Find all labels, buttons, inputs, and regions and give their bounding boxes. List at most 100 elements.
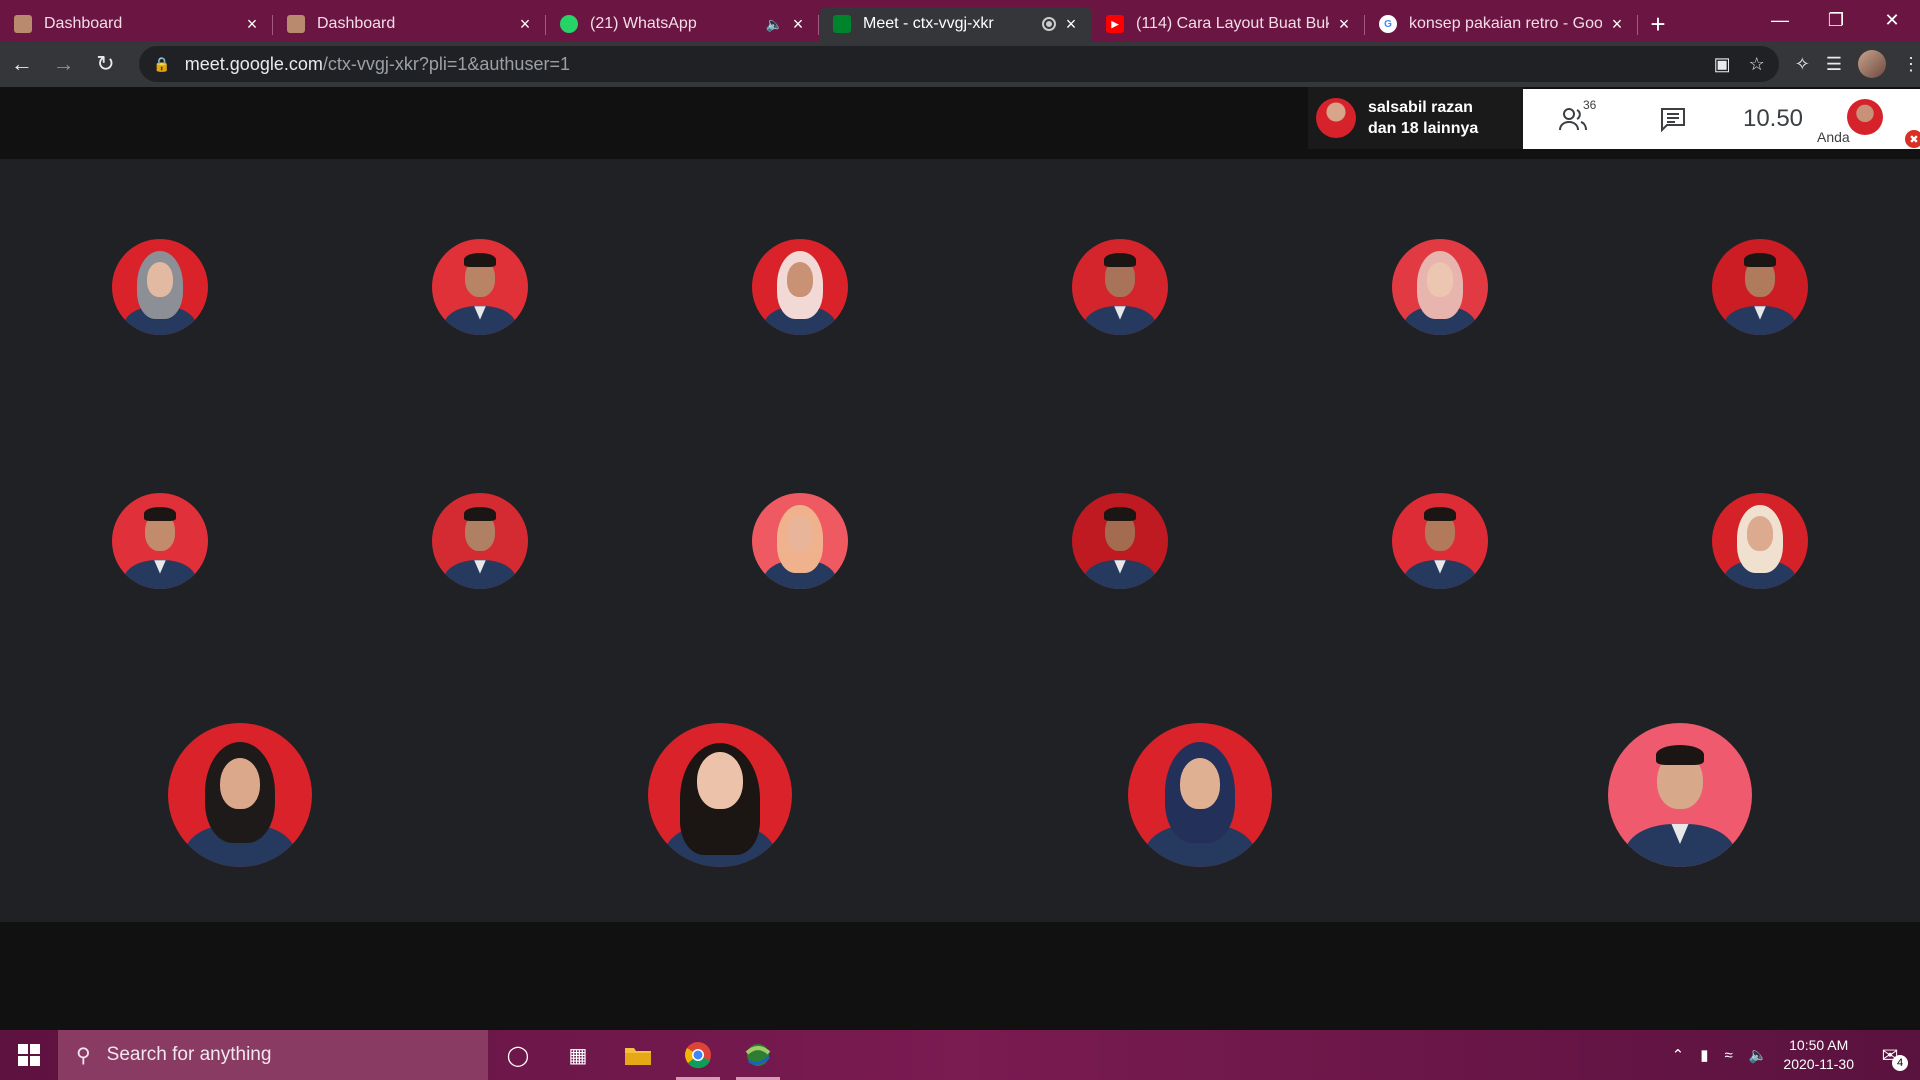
self-label: Anda xyxy=(1817,129,1850,145)
participant-avatar[interactable] xyxy=(752,239,848,335)
participant-avatar[interactable] xyxy=(432,239,528,335)
menu-kebab-icon[interactable]: ⋮ xyxy=(1902,54,1920,75)
browser-tab[interactable]: Meet - ctx-vvgj-xkr × xyxy=(819,7,1092,41)
chrome-icon[interactable] xyxy=(668,1030,728,1080)
url-path: /ctx-vvgj-xkr?pli=1&authuser=1 xyxy=(322,53,570,74)
speaker-avatar xyxy=(1316,98,1356,138)
google-icon: G xyxy=(1379,15,1397,33)
window-controls: — ❐ ✕ xyxy=(1752,0,1920,41)
google-meet-icon xyxy=(833,15,851,33)
reload-icon[interactable]: ↻ xyxy=(86,44,126,84)
participant-grid xyxy=(0,159,1920,922)
tab-divider xyxy=(1637,15,1638,35)
action-center-icon[interactable]: ✉ 4 xyxy=(1870,1035,1910,1075)
notification-badge: 4 xyxy=(1892,1055,1908,1071)
browser-tab[interactable]: Dashboard × xyxy=(0,7,273,41)
tab-title: konsep pakaian retro - Google xyxy=(1409,15,1602,32)
participant-avatar[interactable] xyxy=(1712,493,1808,589)
system-tray: ⌃ ▮ ≈ 🔈 10:50 AM 2020-11-30 ✉ 4 xyxy=(1672,1035,1920,1075)
speaker-name: salsabil razan xyxy=(1368,99,1473,116)
chevron-up-icon[interactable]: ⌃ xyxy=(1672,1046,1685,1064)
participant-avatar[interactable] xyxy=(752,493,848,589)
tab-close-icon[interactable]: × xyxy=(1608,14,1626,35)
meet-controls: 36 10.50 Anda ✖ xyxy=(1523,89,1920,149)
browser-tab[interactable]: Dashboard × xyxy=(273,7,546,41)
tab-title: Dashboard xyxy=(317,15,396,32)
windows-start-icon[interactable] xyxy=(0,1030,58,1080)
tab-audio-icon[interactable]: 🔈 xyxy=(766,16,783,33)
new-tab-plus-icon[interactable]: + xyxy=(1638,7,1678,41)
camera-permission-icon[interactable]: ▣ xyxy=(1714,54,1731,75)
back-icon[interactable]: ← xyxy=(2,44,42,84)
browser-tab[interactable]: ▶ (114) Cara Layout Buat Buku × xyxy=(1092,7,1365,41)
participant-avatar[interactable] xyxy=(1712,239,1808,335)
url-host: meet.google.com xyxy=(184,53,323,74)
media-control-icon[interactable]: ☰ xyxy=(1826,54,1842,75)
tab-title: (114) Cara Layout Buat Buku xyxy=(1136,15,1329,32)
cortana-icon[interactable]: ◯ xyxy=(488,1030,548,1080)
address-bar[interactable]: 🔒 meet.google.com/ctx-vvgj-xkr?pli=1&aut… xyxy=(139,46,1779,82)
forward-icon[interactable]: → xyxy=(44,44,84,84)
tab-title: Dashboard xyxy=(44,15,123,32)
tab-close-icon[interactable]: × xyxy=(789,14,807,35)
search-icon: ⚲ xyxy=(76,1044,91,1067)
participants-count: 36 xyxy=(1583,98,1597,112)
extensions-icon[interactable]: ✧ xyxy=(1795,54,1810,75)
taskbar-search[interactable]: ⚲ Search for anything xyxy=(58,1030,488,1080)
active-speaker-box[interactable]: salsabil razan dan 18 lainnya xyxy=(1308,87,1523,149)
whatsapp-icon xyxy=(560,15,578,33)
tab-recording-icon xyxy=(1042,17,1056,31)
system-clock[interactable]: 10:50 AM 2020-11-30 xyxy=(1783,1036,1854,1074)
speaker-others: dan 18 lainnya xyxy=(1368,120,1479,137)
bookmark-star-icon[interactable]: ☆ xyxy=(1749,54,1765,75)
download-manager-icon[interactable] xyxy=(728,1030,788,1080)
tab-close-icon[interactable]: × xyxy=(243,14,261,35)
windows-taskbar: ⚲ Search for anything ◯ ▦ ⌃ ▮ ≈ 🔈 10:50 … xyxy=(0,1030,1920,1080)
tab-close-icon[interactable]: × xyxy=(1062,14,1080,35)
participant-avatar[interactable] xyxy=(112,239,208,335)
chat-icon xyxy=(1661,108,1685,132)
chat-button[interactable] xyxy=(1623,106,1723,132)
browser-toolbar: ← → ↻ 🔒 meet.google.com/ctx-vvgj-xkr?pli… xyxy=(0,41,1920,87)
participant-avatar[interactable] xyxy=(1392,493,1488,589)
meet-bottom-area xyxy=(0,922,1920,1030)
dashboard-favicon-icon xyxy=(287,15,305,33)
tab-close-icon[interactable]: × xyxy=(516,14,534,35)
browser-tab[interactable]: (21) WhatsApp 🔈 × xyxy=(546,7,819,41)
youtube-icon: ▶ xyxy=(1106,15,1124,33)
battery-icon[interactable]: ▮ xyxy=(1700,1046,1708,1064)
dashboard-favicon-icon xyxy=(14,15,32,33)
search-placeholder: Search for anything xyxy=(106,1044,272,1065)
participants-button[interactable]: 36 xyxy=(1523,98,1623,132)
close-window-icon[interactable]: ✕ xyxy=(1864,0,1920,41)
tab-title: Meet - ctx-vvgj-xkr xyxy=(863,15,994,32)
profile-avatar[interactable] xyxy=(1857,50,1886,78)
file-explorer-icon[interactable] xyxy=(608,1030,668,1080)
minimize-icon[interactable]: — xyxy=(1752,0,1808,41)
browser-tab[interactable]: Gkonsep pakaian retro - Google × xyxy=(1365,7,1638,41)
self-avatar xyxy=(1847,99,1883,135)
wifi-icon[interactable]: ≈ xyxy=(1725,1047,1733,1064)
volume-icon[interactable]: 🔈 xyxy=(1749,1046,1768,1064)
meet-top-bar: salsabil razan dan 18 lainnya 36 10.50 A… xyxy=(0,87,1920,159)
participant-avatar[interactable] xyxy=(112,493,208,589)
clock-time: 10:50 AM xyxy=(1789,1037,1849,1053)
browser-tab-strip: Dashboard × Dashboard × (21) WhatsApp 🔈 × Meet … xyxy=(0,0,1920,41)
lock-icon: 🔒 xyxy=(153,55,171,72)
participant-avatar[interactable] xyxy=(1392,239,1488,335)
tab-close-icon[interactable]: × xyxy=(1335,14,1353,35)
participant-avatar[interactable] xyxy=(1072,493,1168,589)
task-view-icon[interactable]: ▦ xyxy=(548,1030,608,1080)
participant-avatar[interactable] xyxy=(1608,723,1752,867)
participant-avatar[interactable] xyxy=(648,723,792,867)
mic-muted-icon: ✖ xyxy=(1905,130,1920,148)
self-view[interactable]: Anda ✖ xyxy=(1817,89,1920,149)
participant-avatar[interactable] xyxy=(1128,723,1272,867)
participant-avatar[interactable] xyxy=(1072,239,1168,335)
meeting-clock: 10.50 xyxy=(1742,105,1804,132)
participant-avatar[interactable] xyxy=(168,723,312,867)
clock-date: 2020-11-30 xyxy=(1783,1056,1854,1072)
tab-title: (21) WhatsApp xyxy=(590,15,697,32)
restore-icon[interactable]: ❐ xyxy=(1808,0,1864,41)
participant-avatar[interactable] xyxy=(432,493,528,589)
